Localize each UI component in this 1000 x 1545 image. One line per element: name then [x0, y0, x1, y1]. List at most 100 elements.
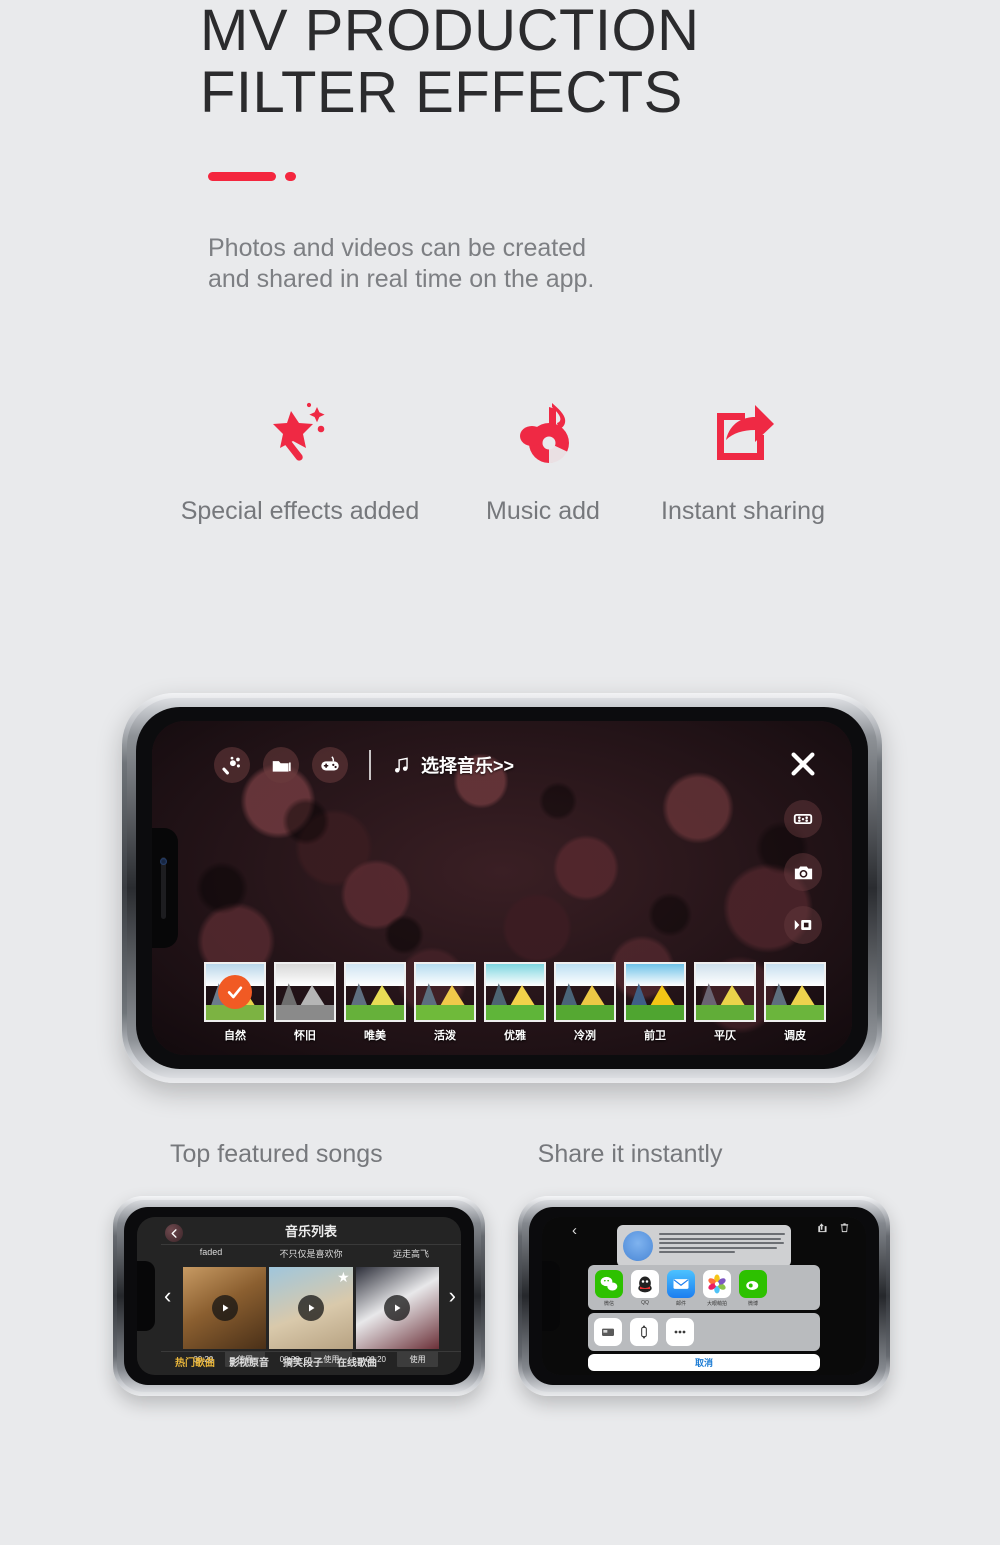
music-tab[interactable]: 影视原音 — [229, 1354, 269, 1369]
filter-toggle-button[interactable] — [784, 800, 822, 838]
filter-strip: 自然 怀旧 唯美 活泼 优雅 冷冽 前卫 平仄 调皮 — [204, 962, 826, 1043]
sticker-button[interactable] — [312, 747, 348, 783]
photos-icon[interactable] — [703, 1270, 731, 1298]
video-icon — [794, 919, 812, 931]
camera-icon — [794, 866, 812, 879]
share-app[interactable]: 大眼萌拍 — [702, 1270, 732, 1307]
cancel-button[interactable]: 取消 — [588, 1354, 820, 1371]
filter-item[interactable]: 唯美 — [344, 962, 406, 1043]
filter-grid-icon — [793, 813, 813, 825]
editor-toolbar: 选择音乐>> — [214, 747, 514, 783]
music-tab[interactable]: 热门歌曲 — [175, 1354, 215, 1369]
magic-wand-icon — [157, 395, 443, 477]
share-icon[interactable] — [816, 1222, 827, 1233]
filter-item[interactable]: 怀旧 — [274, 962, 336, 1043]
play-icon[interactable] — [297, 1295, 324, 1321]
filter-item[interactable]: 前卫 — [624, 962, 686, 1043]
filter-thumbnail[interactable] — [414, 962, 476, 1022]
filter-item[interactable]: 平仄 — [694, 962, 756, 1043]
close-icon — [791, 752, 815, 776]
phone-notch — [542, 1261, 560, 1331]
page-subtitle-line1: Photos and videos can be created — [208, 234, 587, 262]
song-card[interactable]: ★ — [269, 1267, 353, 1349]
share-app[interactable]: 微信 — [594, 1270, 624, 1307]
share-app[interactable]: QQ — [630, 1270, 660, 1307]
music-disc-icon — [443, 395, 643, 477]
video-button[interactable] — [784, 906, 822, 944]
song-card[interactable] — [183, 1267, 267, 1349]
select-music-button[interactable]: 选择音乐>> — [392, 752, 514, 778]
music-list-header: 音乐列表 — [161, 1217, 461, 1245]
preview-text-lines — [659, 1231, 785, 1256]
filter-label: 调皮 — [784, 1030, 806, 1042]
filter-thumbnail[interactable] — [624, 962, 686, 1022]
phone-bezel: ‹ 微信 QQ 邮件 大眼萌拍 微博 取消 — [529, 1207, 879, 1385]
wechat-icon[interactable] — [595, 1270, 623, 1298]
back-button[interactable] — [165, 1224, 183, 1242]
select-music-label: 选择音乐>> — [421, 756, 515, 776]
weibo-icon[interactable] — [739, 1270, 767, 1298]
back-button[interactable]: ‹ — [572, 1222, 577, 1239]
song-card-row: ★ — [183, 1267, 439, 1349]
feature-label: Special effects added — [180, 497, 420, 525]
filter-item[interactable]: 冷冽 — [554, 962, 616, 1043]
filter-label: 自然 — [224, 1030, 246, 1042]
play-icon[interactable] — [384, 1295, 411, 1321]
phone-notch — [137, 1261, 155, 1331]
copy-icon[interactable] — [594, 1318, 622, 1346]
filter-thumbnail[interactable] — [764, 962, 826, 1022]
feature-special-effects: Special effects added — [157, 395, 443, 526]
prev-songs-button[interactable]: ‹ — [164, 1285, 171, 1307]
filter-thumbnail[interactable] — [274, 962, 336, 1022]
filter-label: 平仄 — [714, 1030, 736, 1042]
watch-icon[interactable] — [630, 1318, 658, 1346]
play-icon[interactable] — [211, 1295, 238, 1321]
shared-content-preview — [617, 1225, 791, 1267]
next-songs-button[interactable]: › — [449, 1285, 456, 1307]
music-tab[interactable]: 搞笑段子 — [283, 1354, 323, 1369]
share-app[interactable]: 邮件 — [666, 1270, 696, 1307]
more-icon[interactable] — [666, 1318, 694, 1346]
qq-icon[interactable] — [631, 1270, 659, 1298]
selected-check-icon — [218, 975, 252, 1009]
filter-label: 怀旧 — [294, 1030, 316, 1042]
featured-star-icon: ★ — [337, 1269, 350, 1285]
chevron-left-icon — [171, 1228, 177, 1238]
page-title: MV PRODUCTION FILTER EFFECTS — [190, 0, 810, 124]
thumb-sky — [276, 964, 334, 987]
filter-item[interactable]: 自然 — [204, 962, 266, 1043]
share-sheet: 微信 QQ 邮件 大眼萌拍 微博 取消 — [588, 1265, 820, 1371]
folder-icon — [272, 760, 291, 772]
accent-dot — [285, 172, 296, 181]
share-sheet-screen: ‹ 微信 QQ 邮件 大眼萌拍 微博 取消 — [542, 1217, 866, 1375]
filter-thumbnail[interactable] — [694, 962, 756, 1022]
filter-item[interactable]: 优雅 — [484, 962, 546, 1043]
thumb-grass — [416, 1005, 474, 1020]
filter-item[interactable]: 活泼 — [414, 962, 476, 1043]
filter-label: 前卫 — [644, 1030, 666, 1042]
filter-thumbnail[interactable] — [484, 962, 546, 1022]
filter-thumbnail[interactable] — [344, 962, 406, 1022]
phone-frame: ‹ 微信 QQ 邮件 大眼萌拍 微博 取消 — [518, 1196, 890, 1396]
music-category-tabs: 热门歌曲 影视原音 搞笑段子 在线歌曲 — [161, 1351, 461, 1371]
avatar — [623, 1231, 653, 1261]
share-app[interactable]: 微博 — [738, 1270, 768, 1307]
filter-thumbnail[interactable] — [554, 962, 616, 1022]
trash-icon[interactable] — [839, 1222, 850, 1233]
frames-button[interactable] — [263, 747, 299, 783]
feature-music-add: Music add — [443, 395, 643, 526]
feature-list: Special effects added Music add Instant … — [0, 395, 1000, 526]
thumb-sky — [556, 964, 614, 987]
song-card[interactable] — [355, 1267, 439, 1349]
close-button[interactable] — [782, 743, 824, 785]
filter-thumbnail[interactable] — [204, 962, 266, 1022]
camera-button[interactable] — [784, 853, 822, 891]
phone-bezel: 选择音乐>> 自然 怀旧 唯美 活泼 优雅 冷冽 前卫 平仄 调皮 — [136, 707, 868, 1069]
filter-item[interactable]: 调皮 — [764, 962, 826, 1043]
effects-button[interactable] — [214, 747, 250, 783]
share-phone-mockup: ‹ 微信 QQ 邮件 大眼萌拍 微博 取消 — [518, 1196, 890, 1396]
mail-icon[interactable] — [667, 1270, 695, 1298]
magic-wand-icon — [222, 756, 240, 775]
share-app-row: 微信 QQ 邮件 大眼萌拍 微博 — [588, 1265, 820, 1310]
music-tab[interactable]: 在线歌曲 — [337, 1354, 377, 1369]
